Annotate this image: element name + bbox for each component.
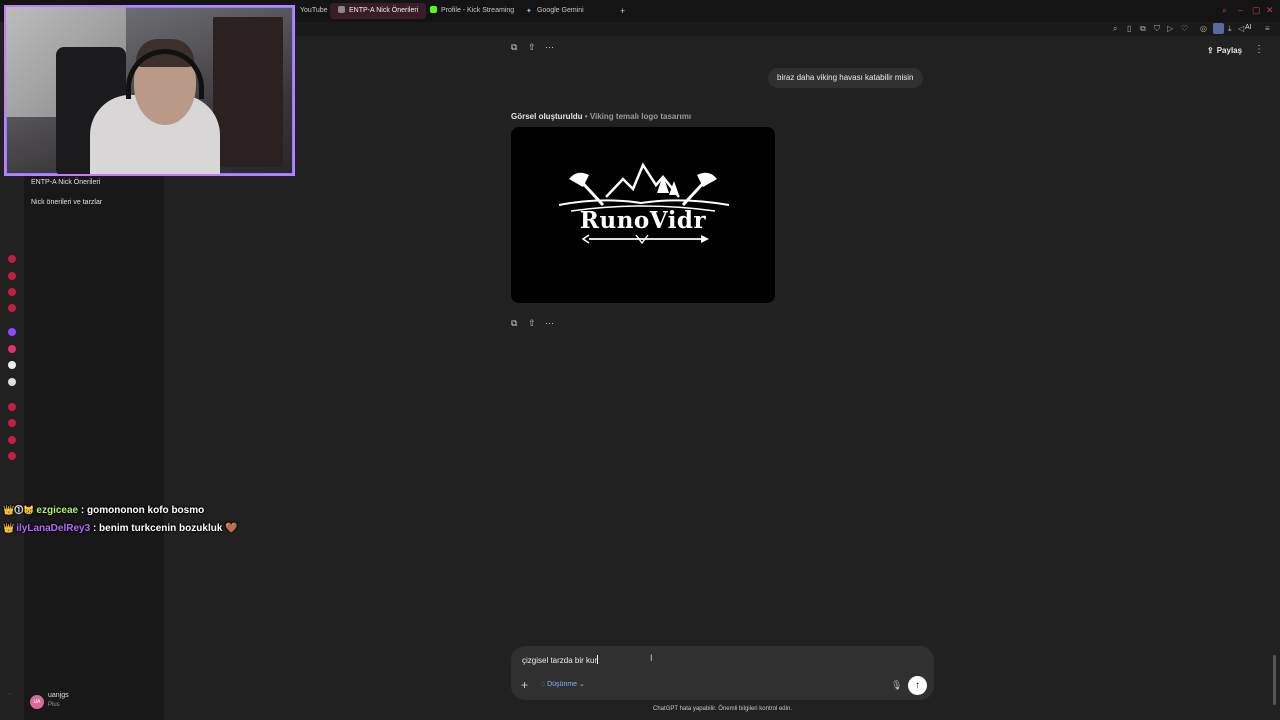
tab-youtube[interactable]: YouTube xyxy=(292,3,336,19)
share-icon[interactable]: ⇧ xyxy=(528,42,545,53)
image-caption[interactable]: Görsel oluşturuldu • Viking temalı logo … xyxy=(511,112,691,121)
share-button[interactable]: ⇪ Paylaş xyxy=(1207,46,1242,55)
refresh-icon xyxy=(8,255,16,263)
logo-wordmark: RunoVidr xyxy=(579,207,707,234)
gemini-icon: ✦ xyxy=(526,8,532,15)
screenshot-icon[interactable]: ⧉ xyxy=(1140,24,1146,34)
tab-google-gemini[interactable]: ✦ Google Gemini xyxy=(518,3,592,19)
heart-icon[interactable]: ♡ xyxy=(1181,24,1188,33)
sidebar-item-entp-nick[interactable]: ENTP-A Nick Önerileri xyxy=(31,179,100,186)
minimize-icon[interactable]: – xyxy=(1238,5,1243,15)
youtube-icon xyxy=(8,304,16,312)
play-icon[interactable]: ▷ xyxy=(1167,24,1173,33)
twitch-icon xyxy=(8,328,16,336)
send-tab-icon[interactable]: ◁ xyxy=(1238,24,1244,33)
chat-bubble-icon[interactable]: ◎ xyxy=(1200,24,1207,33)
more-options-icon[interactable]: ⋮ xyxy=(1254,44,1264,55)
thinking-mode-button[interactable]: ◌ Düşünme ⌄ xyxy=(541,680,585,688)
chat-history-sidebar xyxy=(24,176,164,720)
more-icon[interactable]: ⋯ xyxy=(545,318,562,329)
share-icon: ⇪ xyxy=(1207,46,1214,55)
download-icon[interactable]: ⤓ xyxy=(1228,24,1232,34)
background-door xyxy=(213,17,283,167)
chat-text: : benim turkcenin bozukluk xyxy=(92,523,223,534)
kick-icon xyxy=(430,6,437,13)
disclaimer-text: ChatGPT hata yapabilir. Önemli bilgileri… xyxy=(653,706,792,712)
message-actions: ⧉ ⇧ ⋯ xyxy=(511,42,562,53)
copy-icon[interactable]: ⧉ xyxy=(511,318,528,329)
share-icon[interactable]: ⇧ xyxy=(528,318,545,329)
avatar: UA xyxy=(30,695,44,709)
menu-icon[interactable]: ≡ xyxy=(1265,24,1270,33)
chat-icon xyxy=(8,436,16,444)
tiktok-icon xyxy=(8,361,16,369)
chat-badges: 👑 xyxy=(3,523,15,533)
user-name: uanjgs xyxy=(48,692,69,699)
chatgpt-icon xyxy=(338,6,345,13)
page-icon[interactable]: ▯ xyxy=(1127,24,1131,33)
microphone-icon[interactable]: 🎙 xyxy=(891,680,902,691)
chat-username: ezgiceae xyxy=(36,505,79,516)
ai-button[interactable]: AI xyxy=(1245,24,1252,31)
user-message: biraz daha viking havası katabilir misin xyxy=(768,68,923,88)
monitor-icon xyxy=(8,288,16,296)
copy-icon[interactable]: ⧉ xyxy=(511,42,528,53)
generated-image[interactable]: RunoVidr xyxy=(511,127,775,303)
stream-social-icons xyxy=(0,250,24,470)
sidebar-item-nick-styles[interactable]: Nick önerileri ve tarzlar xyxy=(31,199,102,206)
prompt-input[interactable]: çizgisel tarzda bir kur xyxy=(522,655,599,665)
zoom-icon[interactable]: ⌕ xyxy=(1113,24,1117,34)
chat-badges: 👑⓵😸 xyxy=(3,505,35,515)
chat-username: ilyLanaDelRey3 xyxy=(16,523,91,534)
ibeam-cursor-icon: I xyxy=(650,653,653,663)
webcam-overlay xyxy=(4,5,295,176)
more-icon[interactable]: ⋯ xyxy=(545,42,562,53)
globe-icon xyxy=(8,452,16,460)
message-composer[interactable]: çizgisel tarzda bir kur + ◌ Düşünme ⌄ 🎙 … xyxy=(511,646,934,700)
user-plan: Plus xyxy=(48,702,60,708)
tab-kick-profile[interactable]: Profile - Kick Streaming xyxy=(422,3,522,19)
close-icon[interactable]: ✕ xyxy=(1266,5,1274,16)
search-tabs-icon[interactable]: ⌕ xyxy=(1222,5,1227,16)
lock-icon xyxy=(8,272,16,280)
caption-subtitle: • Viking temalı logo tasarımı xyxy=(584,112,692,121)
instagram-icon xyxy=(8,345,16,353)
browser-toolbar xyxy=(296,22,1280,36)
chat-message: 👑 ilyLanaDelRey3 : benim turkcenin bozukl… xyxy=(3,523,238,534)
clock-icon xyxy=(8,419,16,427)
tab-entp-nick[interactable]: ENTP-A Nick Önerileri xyxy=(330,3,427,19)
send-button[interactable]: ↑ xyxy=(908,676,927,695)
emote-icon: 🤎 xyxy=(225,523,238,534)
sidebar-toggle-icon[interactable]: ◦◦ xyxy=(8,692,12,698)
chat-text: : gomononon kofo bosmo xyxy=(80,505,205,516)
chevron-down-icon: ⌄ xyxy=(577,681,585,688)
add-attachment-button[interactable]: + xyxy=(521,678,528,692)
x-icon xyxy=(8,378,16,386)
new-tab-button[interactable]: + xyxy=(612,3,633,19)
chat-message: 👑⓵😸 ezgiceae : gomononon kofo bosmo xyxy=(3,503,204,516)
extension-icon[interactable] xyxy=(1213,23,1224,34)
scrollbar[interactable] xyxy=(1273,655,1276,705)
caption-title: Görsel oluşturuldu xyxy=(511,112,583,121)
text-caret xyxy=(597,655,599,664)
settings-icon xyxy=(8,403,16,411)
image-actions: ⧉ ⇧ ⋯ xyxy=(511,318,562,329)
shield-icon[interactable]: ⛉ xyxy=(1154,24,1160,34)
maximize-icon[interactable]: ▢ xyxy=(1252,5,1261,16)
